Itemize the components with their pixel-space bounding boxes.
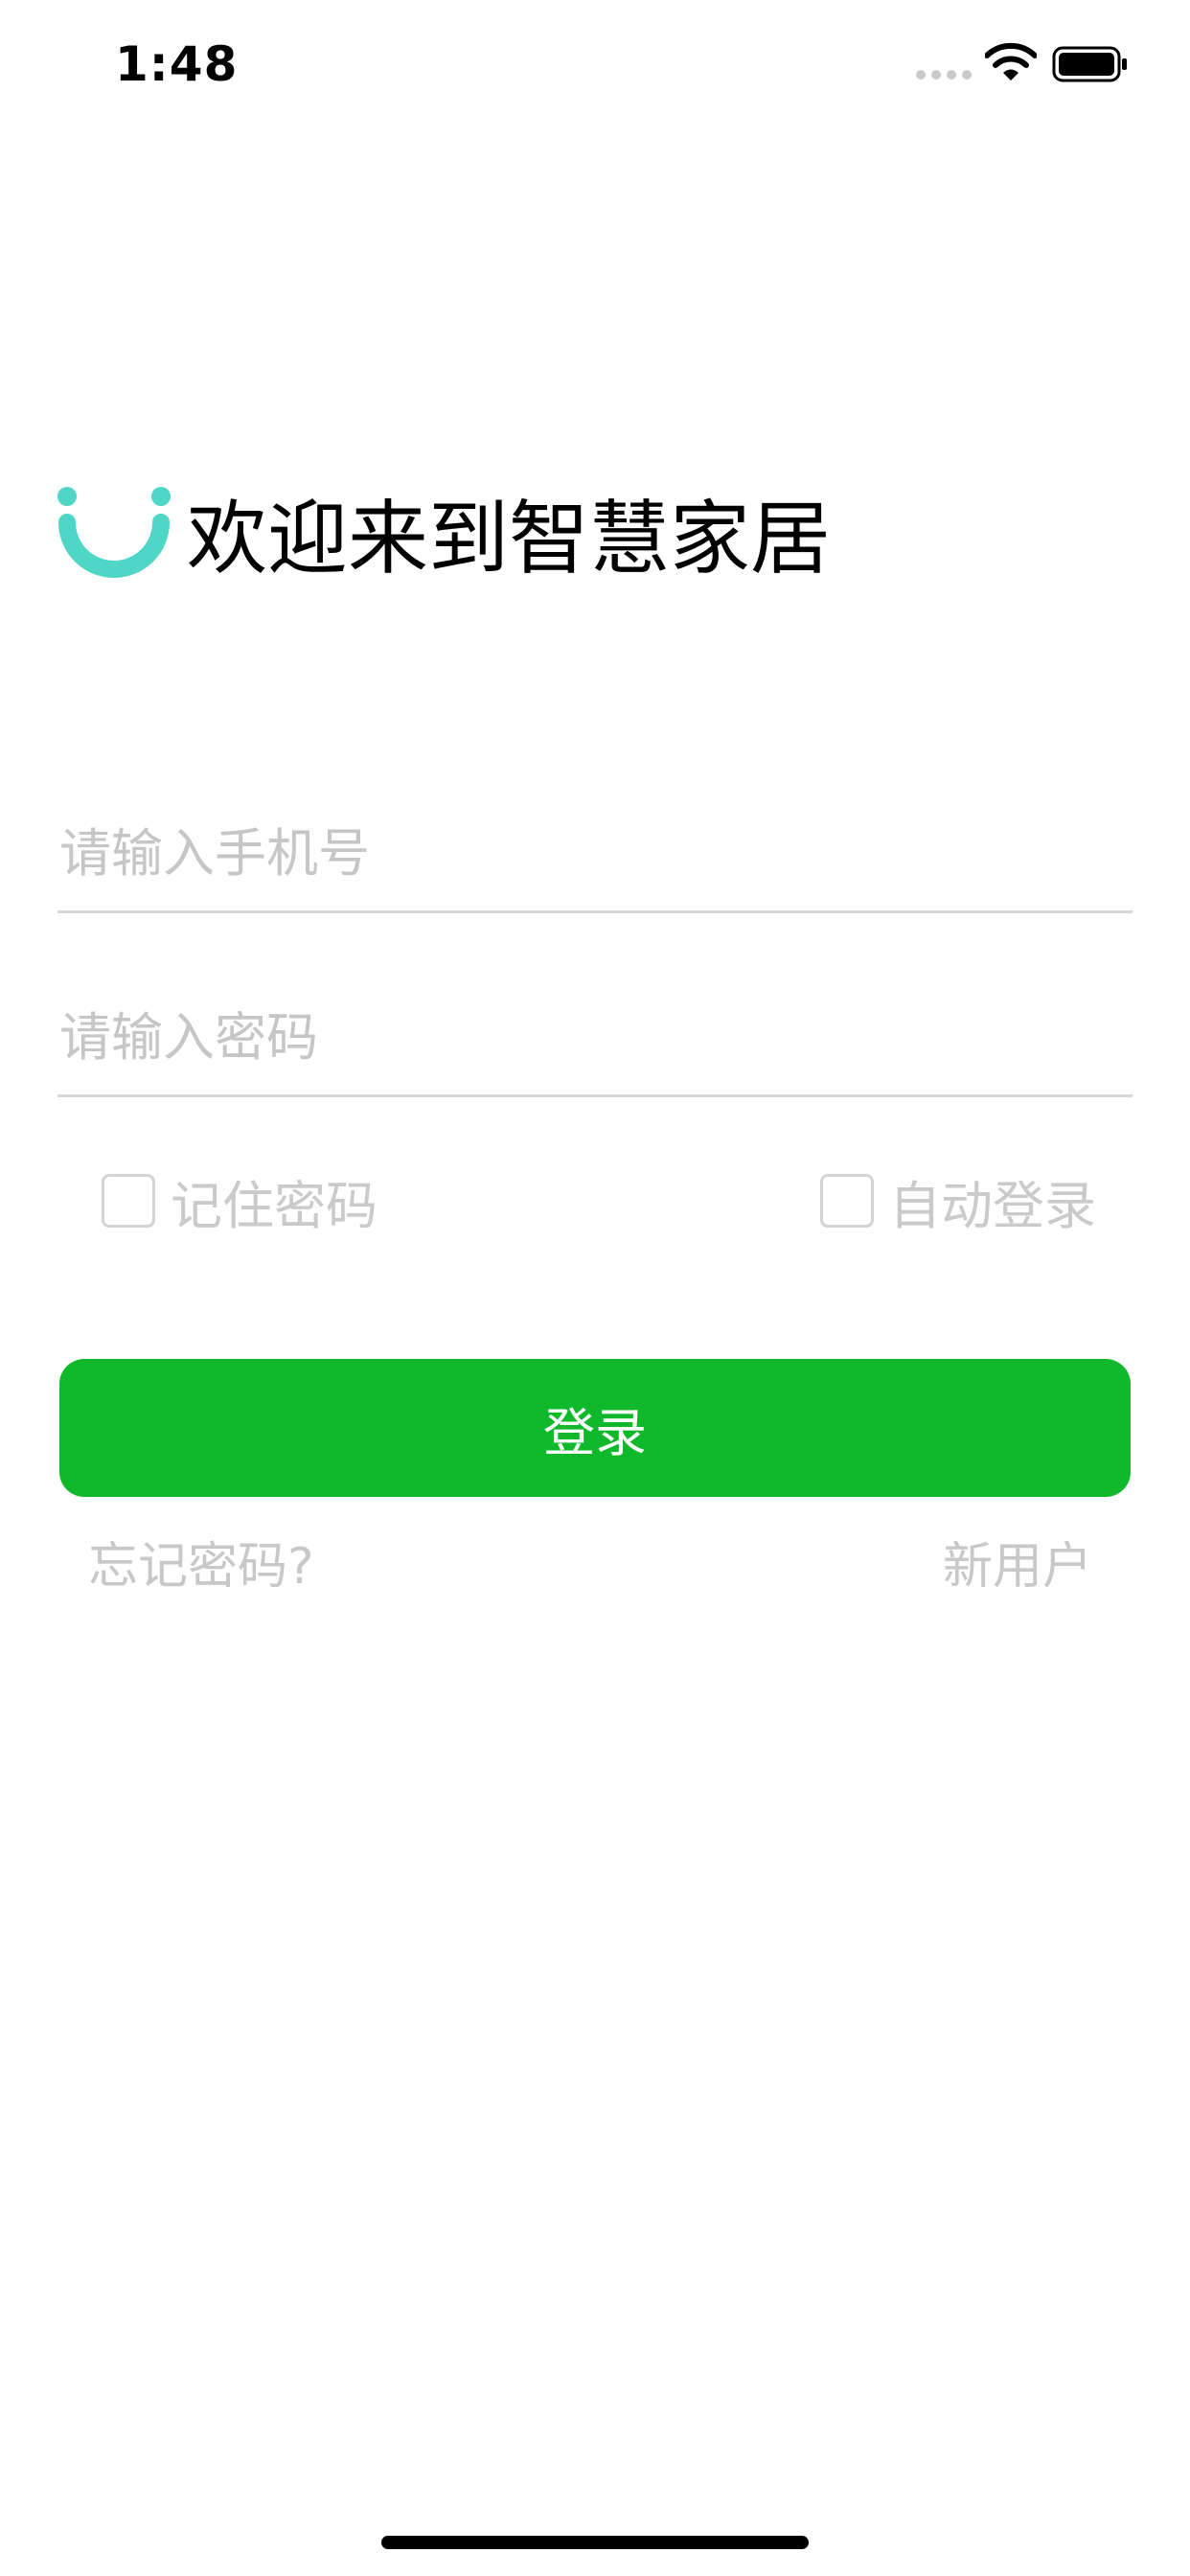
forgot-password-link[interactable]: 忘记密码? <box>88 1526 314 1598</box>
login-button[interactable]: 登录 <box>59 1359 1131 1497</box>
auto-login-checkbox[interactable] <box>820 1174 874 1228</box>
remember-password-checkbox[interactable] <box>102 1174 155 1228</box>
signal-dots-icon <box>916 70 972 80</box>
welcome-title: 欢迎来到智慧家居 <box>187 492 832 586</box>
remember-password-option[interactable]: 记住密码 <box>102 1167 378 1236</box>
wifi-icon <box>985 42 1037 80</box>
remember-password-label: 记住密码 <box>171 1175 378 1236</box>
phone-field <box>57 805 1133 913</box>
auto-login-option[interactable]: 自动登录 <box>820 1167 1096 1236</box>
battery-icon <box>1052 46 1127 82</box>
status-time: 1:48 <box>115 36 239 92</box>
new-user-link[interactable]: 新用户 <box>943 1526 1092 1598</box>
auto-login-label: 自动登录 <box>889 1175 1096 1236</box>
home-indicator <box>381 2536 809 2549</box>
password-input[interactable] <box>59 989 1123 1085</box>
login-button-label: 登录 <box>543 1402 647 1463</box>
phone-input[interactable] <box>59 805 1123 901</box>
password-field <box>57 989 1133 1097</box>
smile-logo-icon <box>57 487 171 578</box>
status-bar: 1:48 <box>0 0 1190 134</box>
